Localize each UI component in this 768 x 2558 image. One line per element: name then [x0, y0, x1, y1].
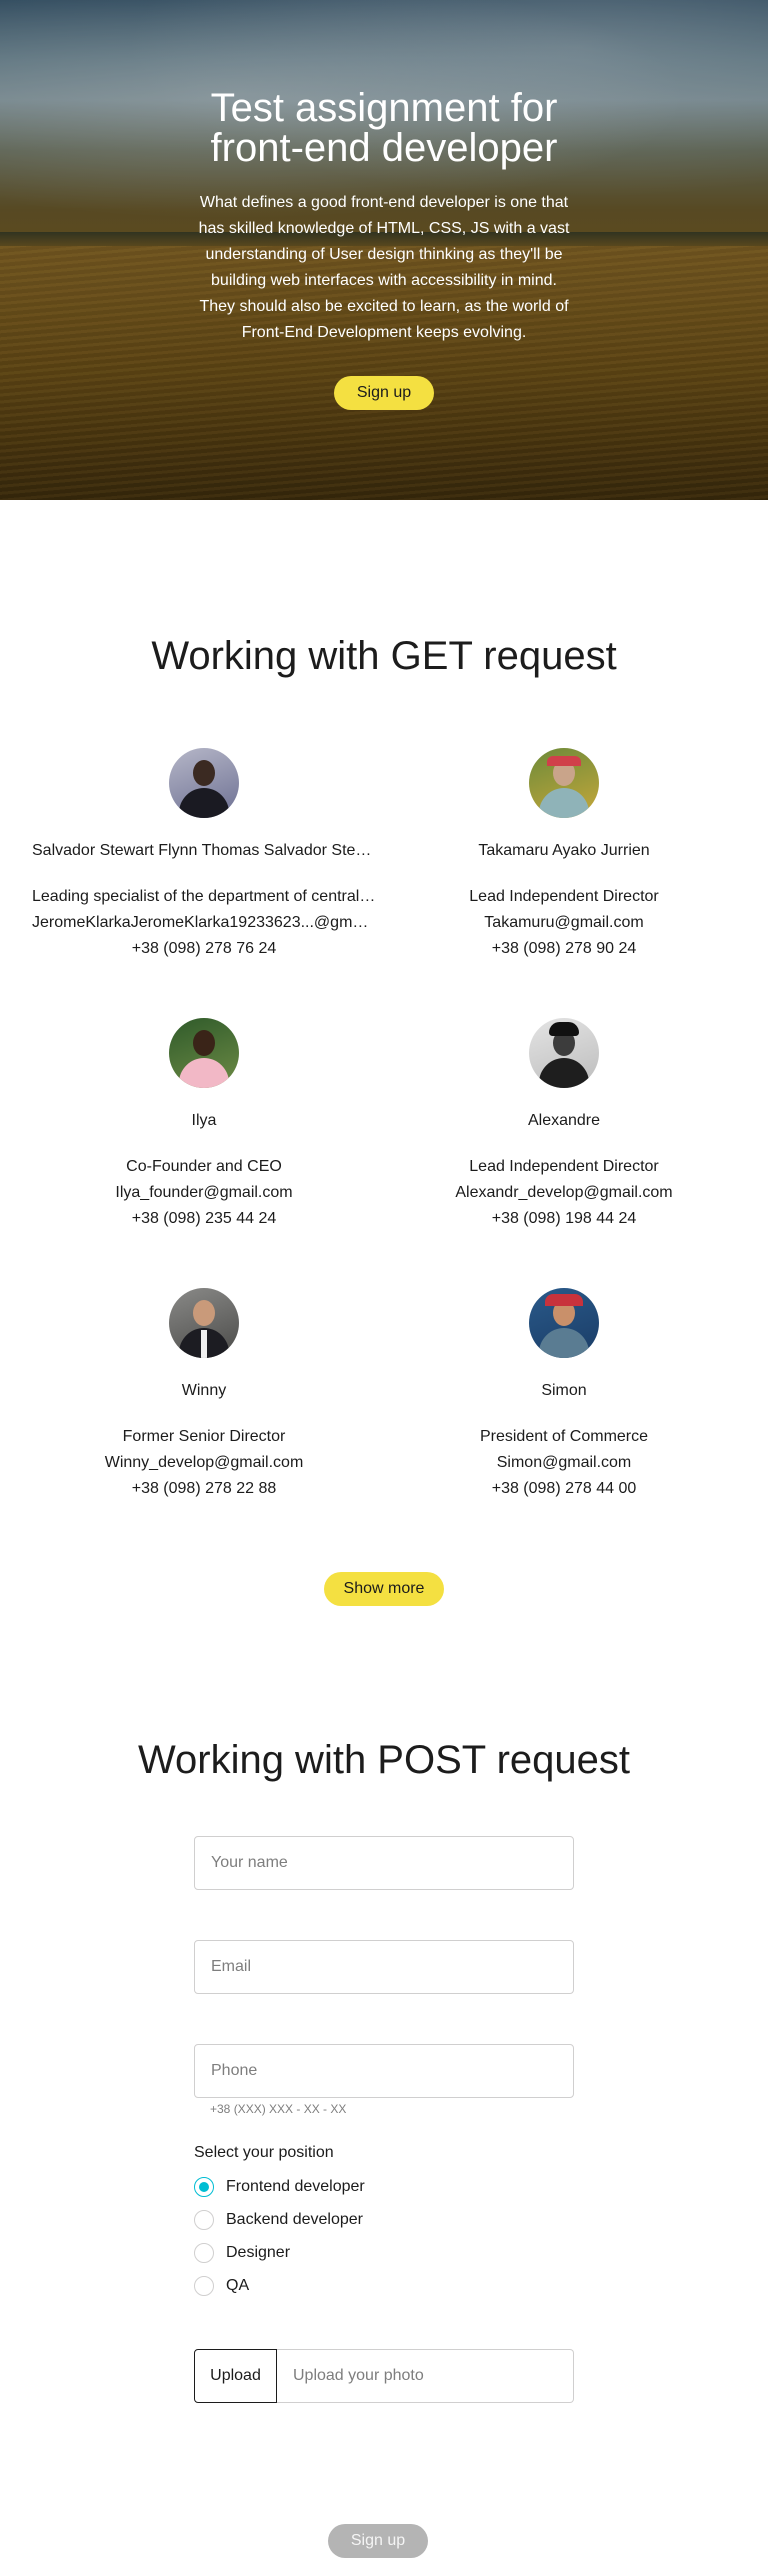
radio-label: Frontend developer — [226, 2178, 365, 2195]
user-phone: +38 (098) 278 76 24 — [131, 940, 277, 957]
user-position: Co-Founder and CEO — [126, 1158, 282, 1175]
radio-option-qa[interactable]: QA — [194, 2273, 574, 2299]
user-photo-icon — [529, 1288, 599, 1358]
radio-option-frontend[interactable]: Frontend developer — [194, 2174, 574, 2200]
hero-content: Test assignment for front-end developer … — [0, 88, 768, 410]
hero-title: Test assignment for front-end developer — [210, 86, 558, 170]
user-email: Simon@gmail.com — [496, 1454, 632, 1471]
position-radio-group: Select your position Frontend developer … — [194, 2140, 574, 2299]
phone-helper-text: +38 (XXX) XXX - XX - XX — [210, 2102, 347, 2116]
upload-button[interactable]: Upload — [194, 2349, 277, 2403]
email-input[interactable]: Email — [194, 1940, 574, 1994]
user-name: Takamaru Ayako Jurrien — [478, 842, 650, 859]
user-email: Winny_develop@gmail.com — [104, 1454, 304, 1471]
radio-unchecked-icon[interactable] — [194, 2243, 214, 2263]
radio-option-designer[interactable]: Designer — [194, 2240, 574, 2266]
user-card: Winny Former Senior Director Winny_devel… — [32, 1288, 376, 1502]
user-card: Takamaru Ayako Jurrien Lead Independent … — [392, 748, 736, 962]
user-card: Salvador Stewart Flynn Thomas Salvador S… — [32, 748, 376, 962]
hero-description: What defines a good front-end developer … — [198, 194, 570, 341]
user-photo-icon — [529, 1018, 599, 1088]
signup-form: Your name Email Phone +38 (XXX) XXX - XX… — [194, 1836, 574, 2558]
hero-section: Test assignment for front-end developer … — [0, 0, 768, 500]
user-name: Alexandre — [527, 1112, 601, 1129]
user-card: Simon President of Commerce Simon@gmail.… — [392, 1288, 736, 1502]
user-phone: +38 (098) 278 44 00 — [491, 1480, 637, 1497]
radio-unchecked-icon[interactable] — [194, 2210, 214, 2230]
post-section-title: Working with POST request — [137, 1738, 631, 1782]
radio-label: QA — [226, 2277, 250, 2294]
submit-signup-button[interactable]: Sign up — [328, 2524, 428, 2558]
radio-option-backend[interactable]: Backend developer — [194, 2207, 574, 2233]
user-phone: +38 (098) 235 44 24 — [131, 1210, 277, 1227]
name-input[interactable]: Your name — [194, 1836, 574, 1890]
user-email: Ilya_founder@gmail.com — [115, 1184, 293, 1201]
user-card: Alexandre Lead Independent Director Alex… — [392, 1018, 736, 1232]
user-position: Leading specialist of the department of … — [32, 888, 376, 905]
user-name: Ilya — [191, 1112, 217, 1129]
user-position: Lead Independent Director — [469, 1158, 659, 1175]
user-card: Ilya Co-Founder and CEO Ilya_founder@gma… — [32, 1018, 376, 1232]
user-email: JeromeKlarkaJeromeKlarka19233623...@gmai… — [32, 914, 376, 931]
user-photo-icon — [169, 748, 239, 818]
user-photo-icon — [529, 748, 599, 818]
user-phone: +38 (098) 198 44 24 — [491, 1210, 637, 1227]
get-section-title: Working with GET request — [151, 634, 617, 678]
post-request-section: Working with POST request Your name Emai… — [0, 1738, 768, 2558]
phone-input[interactable]: Phone — [194, 2044, 574, 2098]
radio-label: Designer — [226, 2244, 291, 2261]
user-photo-icon — [169, 1288, 239, 1358]
show-more-button[interactable]: Show more — [324, 1572, 444, 1606]
user-name: Simon — [541, 1382, 587, 1399]
radio-checked-icon[interactable] — [194, 2177, 214, 2197]
user-phone: +38 (098) 278 22 88 — [131, 1480, 277, 1497]
hero-signup-button[interactable]: Sign up — [334, 376, 434, 410]
user-position: Lead Independent Director — [469, 888, 659, 905]
user-email: Takamuru@gmail.com — [484, 914, 644, 931]
user-phone: +38 (098) 278 90 24 — [491, 940, 637, 957]
user-email: Alexandr_develop@gmail.com — [455, 1184, 673, 1201]
user-photo-icon — [169, 1018, 239, 1088]
photo-upload: Upload Upload your photo — [194, 2349, 574, 2403]
upload-photo-field[interactable]: Upload your photo — [277, 2349, 574, 2403]
user-name: Winny — [181, 1382, 227, 1399]
user-name: Salvador Stewart Flynn Thomas Salvador S… — [32, 842, 376, 859]
radio-unchecked-icon[interactable] — [194, 2276, 214, 2296]
user-position: Former Senior Director — [122, 1428, 286, 1445]
user-position: President of Commerce — [479, 1428, 649, 1445]
position-group-label: Select your position — [194, 2144, 334, 2161]
get-request-section: Working with GET request Salvador Stewar… — [0, 500, 768, 1606]
radio-label: Backend developer — [226, 2211, 363, 2228]
